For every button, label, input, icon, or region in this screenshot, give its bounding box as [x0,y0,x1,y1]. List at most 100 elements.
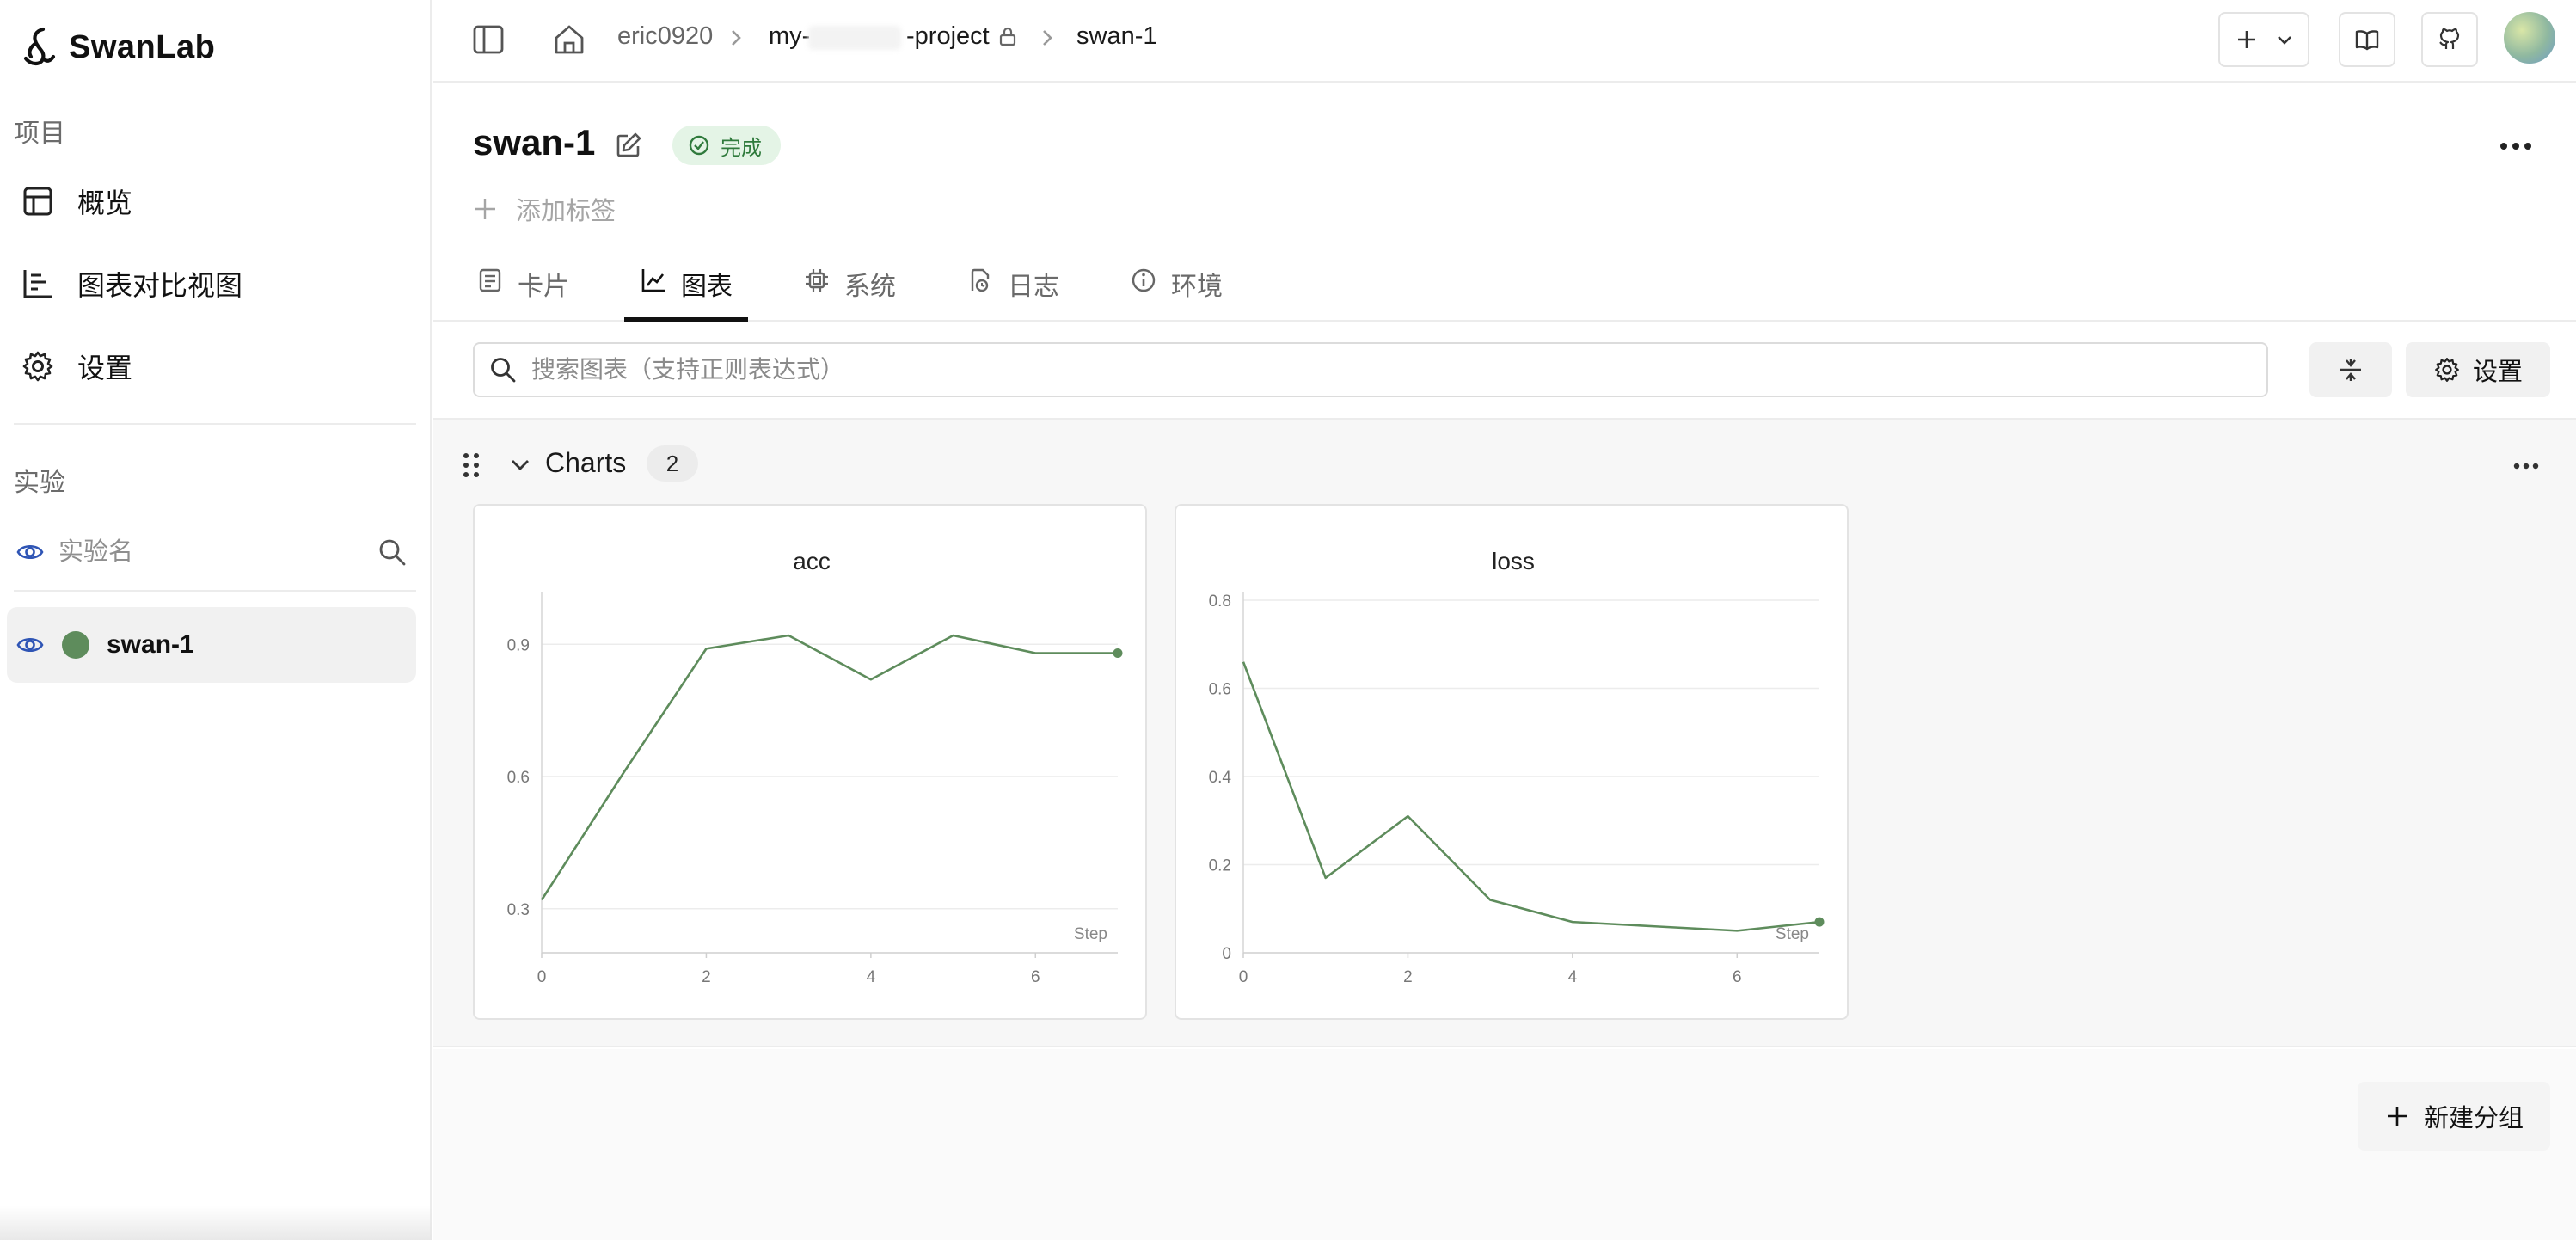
chevron-right-icon [732,30,741,46]
x-axis-label: Step [1776,925,1809,943]
run-tabs: 卡片 图表 系统 日志 环境 [433,249,2576,322]
create-dropdown-button[interactable] [2218,12,2309,67]
chevron-down-icon[interactable] [507,452,533,478]
experiment-row[interactable]: swan-1 [7,607,416,683]
breadcrumb-run[interactable]: swan-1 [1076,22,1157,51]
x-tick-label: 2 [702,968,711,986]
gear-icon [22,351,53,382]
more-options-icon[interactable] [2511,454,2542,478]
project-section-label: 项目 [14,120,65,148]
search-icon[interactable] [377,537,408,568]
loss-line-chart: loss 0 0.2 0.4 0.6 0.8 0 2 4 6 Step [1209,548,1825,986]
tab-cards[interactable]: 卡片 [461,265,585,322]
github-button[interactable] [2421,12,2478,67]
x-tick-label: 0 [537,968,547,986]
plus-icon [2387,1107,2407,1126]
sidebar-item-label: 图表对比视图 [77,270,243,301]
x-tick-label: 4 [867,968,876,986]
tab-logs[interactable]: 日志 [951,265,1075,322]
experiment-section-label: 实验 [14,469,65,497]
user-avatar[interactable] [2504,12,2555,64]
book-icon [2355,30,2379,51]
y-tick-label: 0.6 [507,769,530,787]
drag-handle-icon[interactable] [459,451,483,480]
x-tick-label: 6 [1733,968,1742,986]
add-tag-label: 添加标签 [516,198,616,225]
sidebar: SwanLab 项目 概览 图表对比视图 设置 实验 swan-1 [0,0,432,1240]
charts-group: Charts 2 acc 0.3 0.6 0.9 0 2 4 6 Step loss 0 0.2 0.… [433,418,2576,1047]
bar-chart-icon [23,270,52,298]
tab-charts[interactable]: 图表 [624,265,748,322]
experiment-name: swan-1 [107,630,194,659]
y-tick-label: 0 [1222,945,1231,963]
docs-button[interactable] [2339,12,2395,67]
chart-title: acc [793,548,831,574]
series-line [540,634,1118,901]
tab-label: 环境 [1171,273,1223,301]
check-circle-icon [689,135,709,156]
redacted-project-name [808,26,901,50]
group-title: Charts [545,447,627,478]
collapse-icon [2340,359,2361,381]
experiment-color-dot [62,631,89,659]
y-tick-label: 0.9 [507,636,530,654]
tab-system[interactable]: 系统 [788,265,911,322]
sidebar-item-overview[interactable]: 概览 [7,169,416,234]
chart-card-loss[interactable]: loss 0 0.2 0.4 0.6 0.8 0 2 4 6 Step [1175,504,1849,1020]
sidebar-item-label: 概览 [77,187,133,218]
home-icon[interactable] [550,21,588,58]
brand[interactable]: SwanLab [19,24,215,71]
tab-environment[interactable]: 环境 [1114,265,1238,322]
new-group-button[interactable]: 新建分组 [2358,1082,2550,1151]
more-options-icon[interactable] [2497,129,2535,163]
breadcrumb-project-prefix[interactable]: my- [769,22,810,51]
sidebar-toggle-icon[interactable] [469,21,507,58]
add-tag-button[interactable]: 添加标签 [471,191,616,227]
page-title: swan-1 [473,122,596,163]
eye-icon[interactable] [15,630,45,660]
series-line [1242,661,1820,932]
collapse-all-button[interactable] [2309,342,2392,397]
github-icon [2439,28,2460,49]
breadcrumb-project-suffix[interactable]: -project [906,22,990,51]
status-text: 完成 [721,136,762,160]
search-icon [491,358,516,383]
settings-label: 设置 [2472,359,2523,386]
acc-line-chart: acc 0.3 0.6 0.9 0 2 4 6 Step [507,548,1123,986]
chart-search [473,342,2268,397]
eye-icon[interactable] [15,537,45,567]
sidebar-item-label: 设置 [77,353,133,384]
new-group-label: 新建分组 [2423,1105,2524,1133]
chart-search-input[interactable] [531,356,2165,384]
y-tick-label: 0.3 [507,901,530,919]
experiment-divider [14,590,416,592]
last-point-marker [1113,648,1123,658]
bottom-area [433,1049,2576,1240]
x-tick-label: 0 [1239,968,1248,986]
tab-label: 日志 [1008,273,1059,301]
cpu-icon [806,269,828,292]
x-tick-label: 6 [1031,968,1040,986]
sidebar-item-chart-compare[interactable]: 图表对比视图 [7,251,416,316]
plus-icon [475,199,495,219]
sidebar-item-settings[interactable]: 设置 [7,334,416,399]
chevron-right-icon [1043,30,1052,46]
status-badge: 完成 [672,126,781,165]
plus-icon [2238,31,2255,48]
chart-card-acc[interactable]: acc 0.3 0.6 0.9 0 2 4 6 Step [473,504,1147,1020]
sidebar-bottom-fade [0,1206,432,1240]
y-tick-label: 0.4 [1209,769,1232,787]
x-tick-label: 4 [1568,968,1578,986]
brand-name: SwanLab [69,28,216,65]
experiment-search [14,528,416,576]
swanlab-logo-icon [23,27,56,66]
group-header: Charts 2 [433,420,2576,506]
edit-icon[interactable] [614,131,643,160]
y-tick-label: 0.6 [1209,681,1231,699]
experiment-search-input[interactable] [58,537,351,567]
chart-title: loss [1492,548,1535,574]
breadcrumb-user[interactable]: eric0920 [617,22,713,51]
topbar: eric0920 my- -project swan-1 [433,0,2576,83]
chart-settings-button[interactable]: 设置 [2406,342,2550,397]
card-icon [479,268,501,292]
